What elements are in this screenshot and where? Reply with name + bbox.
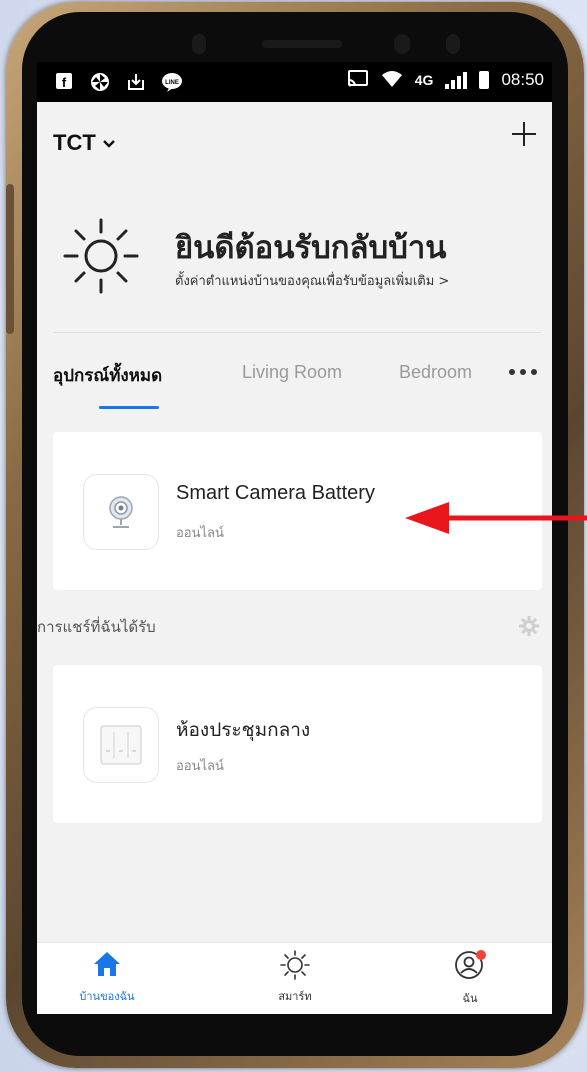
camera-icon — [83, 474, 159, 550]
facebook-icon: f — [53, 72, 75, 92]
line-chat-icon: LINE — [161, 72, 183, 92]
download-icon — [125, 72, 147, 92]
home-selector[interactable]: TCT — [53, 130, 116, 156]
svg-text:LINE: LINE — [165, 80, 179, 86]
pinwheel-icon — [89, 72, 111, 92]
more-tabs-button[interactable] — [508, 358, 538, 383]
wifi-icon — [381, 70, 403, 90]
chevron-down-icon — [102, 136, 116, 152]
profile-icon — [455, 950, 486, 979]
home-icon — [94, 952, 120, 976]
speaker-grille — [262, 40, 342, 48]
cast-icon — [347, 70, 369, 90]
divider — [53, 332, 541, 333]
switch-panel-icon — [83, 707, 159, 783]
front-camera — [192, 34, 206, 54]
add-device-button[interactable] — [510, 120, 538, 154]
signal-icon — [445, 71, 468, 89]
nav-me-label: ฉัน — [462, 992, 478, 1005]
home-name: TCT — [53, 130, 96, 155]
nav-home-label: บ้านของฉัน — [79, 990, 135, 1003]
annotation-arrow — [405, 498, 587, 538]
notification-badge — [476, 950, 486, 960]
sun-icon — [61, 216, 141, 296]
device-status: ออนไลน์ — [176, 526, 224, 541]
bottom-navigation: บ้านของฉัน สมาร์ท ฉัน — [37, 942, 552, 1014]
shared-device-status: ออนไลน์ — [176, 759, 224, 774]
tab-all-devices[interactable]: อุปกรณ์ทั้งหมด — [53, 362, 162, 389]
nav-me[interactable]: ฉัน — [410, 949, 530, 1007]
welcome-banner: ยินดีต้อนรับกลับบ้าน ตั้งค่าตำแหน่งบ้านข… — [37, 212, 552, 312]
network-type: 4G — [414, 72, 434, 88]
gear-icon[interactable] — [518, 615, 540, 637]
tab-living-room[interactable]: Living Room — [242, 362, 342, 383]
top-bar: TCT — [37, 102, 552, 172]
nav-home[interactable]: บ้านของฉัน — [47, 949, 167, 1005]
sun-icon — [280, 950, 310, 980]
nav-smart[interactable]: สมาร์ท — [235, 949, 355, 1005]
battery-icon — [479, 71, 490, 89]
nav-smart-label: สมาร์ท — [278, 990, 312, 1003]
shared-device-name: ห้องประชุมกลาง — [176, 719, 311, 741]
status-bar: f LINE 4G 08:50 — [37, 62, 552, 102]
welcome-title: ยินดีต้อนรับกลับบ้าน — [175, 230, 447, 266]
sensor — [394, 34, 410, 54]
active-tab-indicator — [99, 406, 159, 409]
side-button — [6, 184, 14, 334]
sensor-2 — [446, 34, 460, 54]
shared-device-card[interactable]: ห้องประชุมกลาง ออนไลน์ — [53, 665, 542, 823]
shared-section-title: การแชร์ที่ฉันได้รับ — [37, 618, 156, 636]
device-name: Smart Camera Battery — [176, 482, 375, 504]
room-tabs: อุปกรณ์ทั้งหมด Living Room Bedroom — [37, 350, 552, 410]
set-location-link[interactable]: ตั้งค่าตำแหน่งบ้านของคุณเพื่อรับข้อมูลเพ… — [175, 270, 449, 291]
clock: 08:50 — [501, 70, 544, 89]
tab-bedroom[interactable]: Bedroom — [399, 362, 472, 383]
svg-text:f: f — [62, 75, 67, 90]
